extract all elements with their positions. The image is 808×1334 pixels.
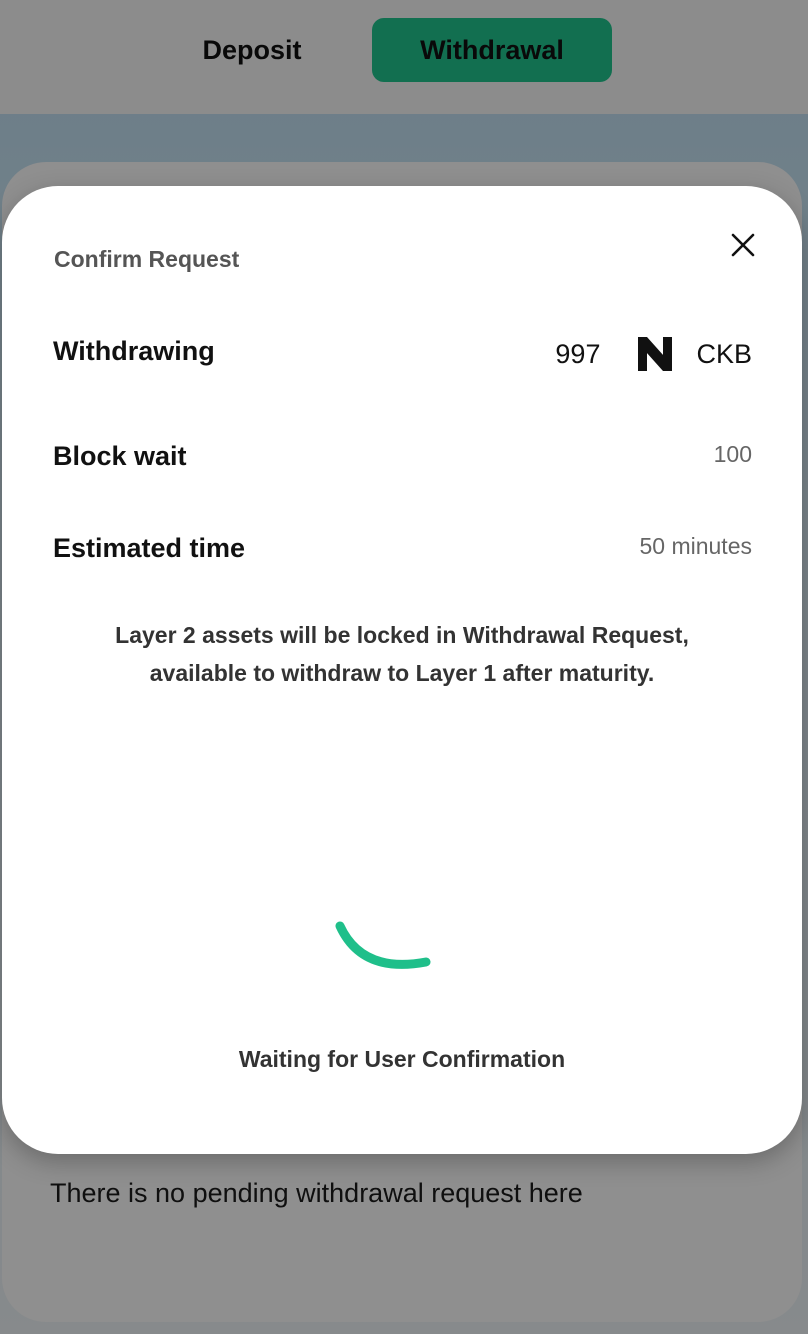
- withdrawing-label: Withdrawing: [53, 336, 215, 366]
- close-button[interactable]: [724, 226, 762, 264]
- withdrawing-token-symbol: CKB: [696, 338, 752, 369]
- modal-title: Confirm Request: [54, 246, 240, 272]
- loading-spinner-icon: [335, 921, 431, 969]
- estimated-time-value: 50 minutes: [639, 533, 752, 559]
- lock-notice: Layer 2 assets will be locked in Withdra…: [42, 616, 762, 692]
- close-icon: [731, 233, 755, 257]
- confirmation-status: Waiting for User Confirmation: [238, 1046, 566, 1072]
- estimated-time-label: Estimated time: [53, 533, 246, 563]
- withdrawing-amount-value: 997: [555, 338, 601, 369]
- block-wait-label: Block wait: [53, 441, 187, 471]
- lock-notice-line-2: available to withdraw to Layer 1 after m…: [149, 660, 655, 686]
- block-wait-value: 100: [713, 441, 752, 467]
- withdrawing-amount: 997 CKB: [555, 334, 752, 374]
- lock-notice-line-1: Layer 2 assets will be locked in Withdra…: [115, 622, 689, 648]
- confirm-request-modal: Confirm Request Withdrawing 997 CKB Bloc…: [2, 186, 802, 1154]
- ckb-token-icon: [638, 337, 673, 371]
